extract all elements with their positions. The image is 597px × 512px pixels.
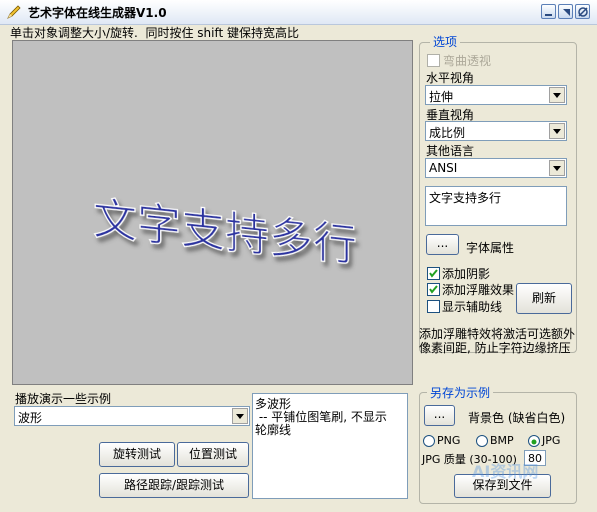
curve-checkbox[interactable] (427, 54, 440, 67)
art-text-graphic[interactable]: 文字支持多行 (13, 41, 412, 384)
horizontal-label: 水平视角 (426, 71, 475, 85)
emboss-checkbox[interactable] (427, 283, 440, 296)
vertical-value: 成比例 (429, 126, 466, 140)
shadow-label: 添加阴影 (442, 267, 491, 281)
png-radio[interactable] (423, 435, 435, 447)
minimize-button[interactable] (541, 4, 556, 19)
checkmark-icon (429, 285, 438, 294)
demo-description-line3: 轮廓线 (255, 423, 292, 437)
canvas-hint: 单击对象调整大小/旋转. 同时按住 shift 键保持宽高比 (10, 26, 300, 40)
bg-color-button[interactable]: ... (424, 405, 455, 426)
png-label: PNG (437, 434, 461, 447)
rotate-test-button[interactable]: 旋转测试 (99, 442, 175, 467)
bg-color-label: 背景色 (缺省白色) (468, 411, 566, 425)
maximize-button[interactable] (558, 4, 573, 19)
art-canvas[interactable]: 文字支持多行 (12, 40, 413, 385)
maximize-icon (563, 9, 570, 16)
minimize-icon (545, 14, 552, 16)
emboss-note-line2: 像素间距, 防止字符边缘挤压 (419, 341, 571, 355)
guides-checkbox[interactable] (427, 300, 440, 313)
window-title: 艺术字体在线生成器V1.0 (28, 6, 167, 20)
refresh-button[interactable]: 刷新 (516, 283, 572, 314)
art-text: 文字支持多行 (93, 193, 357, 272)
demo-select[interactable]: 波形 (14, 406, 250, 426)
font-label: 字体属性 (466, 241, 515, 255)
close-icon (578, 7, 588, 17)
jpg-radio[interactable] (528, 435, 540, 447)
emboss-label: 添加浮雕效果 (442, 283, 515, 297)
dropdown-arrow-icon[interactable] (232, 408, 248, 424)
horizontal-select[interactable]: 拉伸 (425, 85, 567, 105)
text-input-value: 文字支持多行 (429, 191, 502, 205)
dropdown-arrow-icon[interactable] (549, 87, 565, 103)
jpg-label: JPG (542, 434, 561, 447)
save-legend: 另存为示例 (427, 384, 494, 401)
guides-label: 显示辅助线 (442, 300, 503, 314)
title-bar: 艺术字体在线生成器V1.0 (0, 0, 597, 25)
dropdown-arrow-icon[interactable] (549, 160, 565, 176)
bmp-label: BMP (490, 434, 514, 447)
text-input[interactable]: 文字支持多行 (425, 186, 567, 226)
options-legend: 选项 (430, 33, 461, 50)
horizontal-value: 拉伸 (429, 90, 454, 104)
font-button[interactable]: ... (426, 234, 459, 255)
path-test-button[interactable]: 路径跟踪/跟踪测试 (99, 473, 249, 498)
vertical-select[interactable]: 成比例 (425, 121, 567, 141)
language-label: 其他语言 (426, 144, 475, 158)
checkmark-icon (429, 269, 438, 278)
curve-label: 弯曲透视 (443, 54, 492, 68)
pencil-icon (6, 4, 22, 20)
dropdown-arrow-icon[interactable] (549, 123, 565, 139)
shadow-checkbox[interactable] (427, 267, 440, 280)
demo-selected: 波形 (18, 411, 43, 425)
demo-label: 播放演示一些示例 (15, 392, 112, 406)
bmp-radio[interactable] (476, 435, 488, 447)
close-button[interactable] (575, 4, 590, 19)
language-select[interactable]: ANSI (425, 158, 567, 178)
watermark-text: AI资讯网 (472, 462, 539, 481)
position-test-button[interactable]: 位置测试 (177, 442, 249, 467)
radio-dot-icon (531, 439, 537, 445)
demo-description[interactable]: 多波形 -- 平铺位图笔刷, 不显示 轮廓线 (252, 393, 408, 499)
language-value: ANSI (429, 161, 458, 175)
